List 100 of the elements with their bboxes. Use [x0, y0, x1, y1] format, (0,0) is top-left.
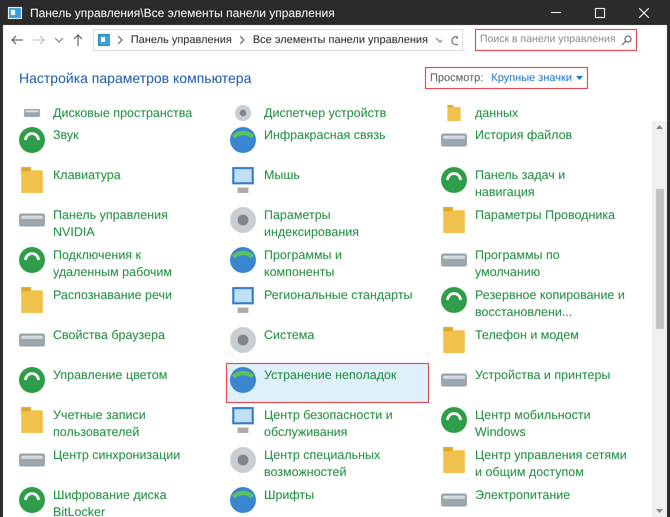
settings-item-icon [19, 287, 45, 313]
item-label: Панель задач и навигация [475, 167, 566, 201]
item-label: Учетные записи пользователей [53, 407, 146, 441]
settings-item-icon [230, 447, 256, 473]
control-panel-item[interactable]: Центр безопасности и обслуживания [226, 403, 429, 443]
control-panel-item[interactable]: Клавиатура [15, 163, 218, 203]
control-panel-item[interactable]: Параметры индексирования [226, 203, 429, 243]
control-panel-item[interactable]: Свойства браузера [15, 323, 218, 363]
item-label: Дисковые пространства [53, 105, 192, 122]
control-panel-item[interactable]: История файлов [437, 123, 640, 163]
address-bar[interactable]: Панель управления Все элементы панели управления [93, 29, 463, 51]
item-label: Свойства браузера [53, 327, 165, 344]
control-panel-item[interactable]: Шрифты [226, 483, 429, 517]
control-panel-item[interactable]: Управление цветом [15, 363, 218, 403]
settings-item-icon [446, 105, 462, 121]
item-label: Программы и компоненты [264, 247, 342, 281]
settings-item-icon [441, 447, 467, 473]
item-label: Программы по умолчанию [475, 247, 560, 281]
control-panel-item[interactable]: Подключения к удаленным рабочим [15, 243, 218, 283]
control-panel-item[interactable]: Телефон и модем [437, 323, 640, 363]
control-panel-item[interactable]: Программы по умолчанию [437, 243, 640, 283]
control-panel-item[interactable]: Система [226, 323, 429, 363]
control-panel-item[interactable]: Распознавание речи [15, 283, 218, 323]
up-arrow-icon[interactable] [73, 34, 83, 46]
maximize-icon [595, 8, 605, 18]
control-panel-item[interactable]: Устройства и принтеры [437, 363, 640, 403]
settings-item-icon [441, 327, 467, 353]
view-label: Просмотр: [430, 70, 484, 86]
control-panel-item[interactable]: Учетные записи пользователей [15, 403, 218, 443]
settings-item-icon [230, 287, 256, 313]
minimize-icon [551, 12, 561, 13]
control-panel-item[interactable]: Панель задач и навигация [437, 163, 640, 203]
settings-item-icon [230, 127, 256, 153]
breadcrumb-item[interactable]: Панель управления [130, 32, 232, 48]
settings-item-icon [19, 167, 45, 193]
control-panel-item[interactable]: данных [437, 101, 640, 123]
item-label: Центр специальных возможностей [264, 447, 380, 481]
settings-item-icon [230, 407, 256, 433]
settings-item-icon [230, 207, 256, 233]
scroll-down-arrow-icon[interactable] [656, 509, 663, 513]
item-label: Устройства и принтеры [475, 367, 610, 384]
item-label: Электропитание [475, 487, 570, 504]
control-panel-item[interactable]: Инфракрасная связь [226, 123, 429, 163]
item-label: Центр мобильности Windows [475, 407, 591, 441]
scrollbar[interactable] [652, 121, 667, 517]
settings-item-icon [230, 327, 256, 353]
settings-item-icon [230, 247, 256, 273]
settings-item-icon [230, 167, 256, 193]
control-panel-item[interactable]: Устранение неполадок [226, 363, 429, 403]
item-label: Шрифты [264, 487, 314, 504]
view-dropdown[interactable]: Крупные значки [491, 70, 583, 86]
close-icon [639, 8, 649, 18]
control-panel-item[interactable]: Центр управления сетями и общим доступом [437, 443, 640, 483]
back-arrow-icon[interactable] [11, 35, 23, 45]
settings-item-icon [230, 367, 256, 393]
item-label: Центр безопасности и обслуживания [264, 407, 393, 441]
scrollbar-thumb[interactable] [656, 189, 664, 329]
item-label: Региональные стандарты [264, 287, 413, 304]
item-label: данных [475, 105, 518, 122]
control-panel-item[interactable]: Мышь [226, 163, 429, 203]
control-panel-item[interactable]: Центр синхронизации [15, 443, 218, 483]
settings-item-icon [235, 105, 251, 121]
control-panel-item[interactable]: Дисковые пространства [15, 101, 218, 123]
control-panel-item[interactable]: Звук [15, 123, 218, 163]
control-panel-item[interactable]: Региональные стандарты [226, 283, 429, 323]
caret-down-icon [576, 76, 583, 80]
search-field[interactable]: Поиск в панели управления [475, 29, 637, 51]
item-label: Центр управления сетями и общим доступом [475, 447, 627, 481]
item-label: Звук [53, 127, 79, 144]
item-label: Резервное копирование и восстановлени... [475, 287, 625, 321]
item-label: Мышь [264, 167, 300, 184]
scroll-up-arrow-icon[interactable] [656, 125, 663, 129]
control-panel-item[interactable]: Центр мобильности Windows [437, 403, 640, 443]
control-panel-item[interactable]: Диспетчер устройств [226, 101, 429, 123]
settings-item-icon [19, 407, 45, 433]
chevron-down-icon[interactable] [436, 38, 442, 42]
settings-item-icon [441, 287, 467, 313]
item-label: Параметры индексирования [264, 207, 359, 241]
item-label: Инфракрасная связь [264, 127, 386, 144]
chevron-right-icon [118, 36, 123, 44]
settings-item-icon [19, 247, 45, 273]
refresh-icon[interactable] [450, 34, 458, 46]
search-icon [622, 35, 632, 45]
control-panel-item[interactable]: Центр специальных возможностей [226, 443, 429, 483]
control-panel-item[interactable]: Резервное копирование и восстановлени... [437, 283, 640, 323]
item-label: Распознавание речи [53, 287, 172, 304]
control-panel-item[interactable]: Программы и компоненты [226, 243, 429, 283]
control-panel-item[interactable]: Панель управления NVIDIA [15, 203, 218, 243]
control-panel-item[interactable]: Параметры Проводника [437, 203, 640, 243]
settings-item-icon [19, 487, 45, 513]
item-label: Клавиатура [53, 167, 121, 184]
settings-item-icon [230, 487, 256, 513]
page-heading: Настройка параметров компьютера [19, 68, 252, 88]
item-label: Телефон и модем [475, 327, 579, 344]
breadcrumb-item[interactable]: Все элементы панели управления [252, 32, 428, 48]
item-label: Диспетчер устройств [264, 105, 386, 122]
control-panel-item[interactable]: Шифрование диска BitLocker [15, 483, 218, 517]
chevron-down-icon[interactable] [55, 38, 63, 42]
control-panel-item[interactable]: Электропитание [437, 483, 640, 517]
settings-item-icon [441, 407, 467, 433]
